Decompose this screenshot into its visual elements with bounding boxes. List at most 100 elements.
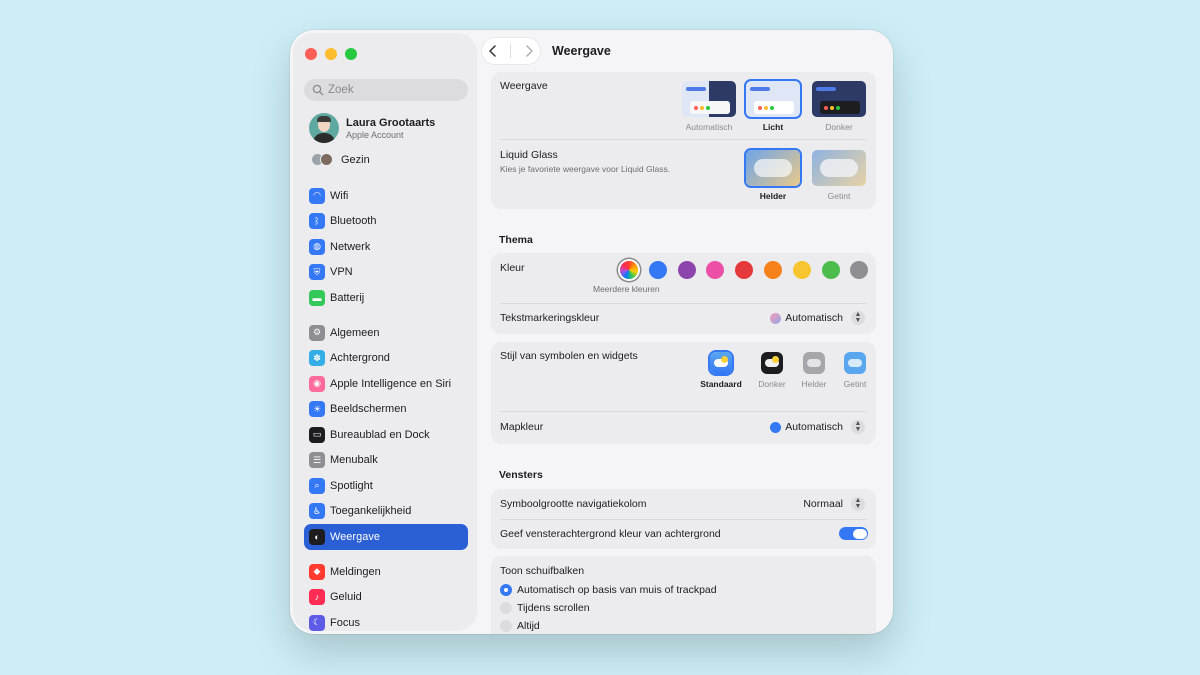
forward-icon[interactable]: [524, 45, 534, 57]
sidebar-item-menubalk[interactable]: ☰ Menubalk: [304, 448, 468, 474]
sidebar-icon-size-label: Symboolgrootte navigatiekolom: [500, 498, 647, 510]
sidebar-item-label: Wifi: [330, 189, 349, 202]
section-title-theme: Thema: [499, 234, 533, 246]
network-icon: ◍: [309, 238, 325, 255]
widget-style-card: Stijl van symbolen en widgets Standaard …: [491, 342, 876, 444]
window-tint-label: Geef vensterachtergrond kleur van achter…: [500, 528, 721, 540]
scrollbars-label: Toon schuifbalken: [500, 565, 585, 577]
search-icon: [312, 84, 324, 96]
widget-option-standard[interactable]: [710, 352, 732, 374]
sidebar-item-bureaublad-en-dock[interactable]: ▭ Bureaublad en Dock: [304, 422, 468, 448]
widget-option-dark[interactable]: [761, 352, 783, 374]
sidebar-icon-size-select[interactable]: Normaal ▲ ▼: [803, 497, 865, 511]
sidebar-item-label: Spotlight: [330, 479, 373, 492]
stepper-icon: ▲ ▼: [851, 311, 865, 325]
widget-style-label: Stijl van symbolen en widgets: [500, 350, 638, 362]
appearance-option-light[interactable]: [746, 81, 800, 117]
accent-color-swatch[interactable]: [821, 261, 840, 279]
scrollbar-radio-scrolling[interactable]: [500, 602, 512, 614]
family-item[interactable]: Gezin: [311, 153, 370, 166]
appearance-option-dark[interactable]: [812, 81, 866, 117]
highlight-color-select[interactable]: Automatisch ▲ ▼: [770, 311, 865, 325]
window-tint-toggle[interactable]: [839, 527, 868, 540]
apple-account[interactable]: Laura Grootaarts Apple Account: [309, 113, 435, 143]
vpn-icon: ⛨: [309, 264, 325, 281]
windows-card: Symboolgrootte navigatiekolom Normaal ▲ ▼…: [491, 489, 876, 549]
sidebar-item-bluetooth[interactable]: ᛒ Bluetooth: [304, 209, 468, 235]
sidebar-item-focus[interactable]: ☾ Focus: [304, 610, 468, 631]
widget-option-tinted[interactable]: [844, 352, 866, 374]
avatar: [309, 113, 339, 143]
sidebar-item-spotlight[interactable]: ⌕ Spotlight: [304, 473, 468, 499]
accent-color-swatch[interactable]: [620, 261, 638, 279]
sidebar-item-label: Apple Intelligence en Siri: [330, 377, 452, 390]
scrollbars-card: Toon schuifbalken Automatisch op basis v…: [491, 556, 876, 634]
folder-color-select[interactable]: Automatisch ▲ ▼: [770, 420, 865, 434]
menubar-icon: ☰: [309, 452, 325, 469]
accent-color-swatch[interactable]: [706, 261, 725, 279]
highlight-color-label: Tekstmarkeringskleur: [500, 312, 600, 324]
sidebar-item-vpn[interactable]: ⛨ VPN: [304, 260, 468, 286]
sidebar-item-wifi[interactable]: ◠ Wifi: [304, 183, 468, 209]
accent-color-caption: Meerdere kleuren: [593, 284, 660, 294]
sidebar-item-netwerk[interactable]: ◍ Netwerk: [304, 234, 468, 260]
sidebar-item-label: Weergave: [330, 530, 380, 543]
sidebar-item-label: Menubalk: [330, 454, 378, 467]
sidebar-item-label: Achtergrond: [330, 352, 390, 365]
sidebar-item-label: Bureaublad en Dock: [330, 428, 430, 441]
family-avatar: [320, 153, 333, 166]
scrollbar-option-auto: Automatisch op basis van muis of trackpa…: [517, 584, 717, 596]
accessibility-icon: ♿: [309, 503, 325, 520]
highlight-color-value: Automatisch: [785, 312, 843, 324]
wallpaper-icon: ✽: [309, 350, 325, 367]
spotlight-icon: ⌕: [309, 477, 325, 494]
minimize-button[interactable]: [325, 48, 337, 60]
sidebar-item-label: Bluetooth: [330, 215, 377, 228]
back-icon[interactable]: [488, 45, 498, 57]
account-name: Laura Grootaarts: [346, 116, 436, 129]
search-input[interactable]: Zoek: [304, 79, 468, 101]
sidebar-group-system: ⚙ Algemeen ✽ Achtergrond ◉ Apple Intelligence…: [304, 320, 468, 550]
sidebar-item-label: Focus: [330, 616, 360, 629]
sidebar-item-meldingen[interactable]: ◆ Meldingen: [304, 559, 468, 585]
stepper-icon: ▲ ▼: [851, 420, 865, 434]
account-subtitle: Apple Account: [346, 129, 404, 140]
sidebar-item-beeldschermen[interactable]: ☀ Beeldschermen: [304, 397, 468, 423]
sidebar-item-batterij[interactable]: ▬ Batterij: [304, 285, 468, 311]
moon-icon: ☾: [309, 614, 325, 631]
liquid-glass-option-tinted[interactable]: [812, 150, 866, 186]
sidebar-group-notifications: ◆ Meldingen ♪ Geluid ☾ Focus: [304, 559, 468, 631]
sidebar-item-apple-intelligence-en-siri[interactable]: ◉ Apple Intelligence en Siri: [304, 371, 468, 397]
accent-color-swatch[interactable]: [764, 261, 782, 279]
zoom-button[interactable]: [345, 48, 357, 60]
sidebar-item-achtergrond[interactable]: ✽ Achtergrond: [304, 346, 468, 372]
scrollbar-option-scrolling: Tijdens scrollen: [517, 602, 590, 614]
liquid-glass-label-tinted: Getint: [827, 191, 851, 201]
accent-color-swatch[interactable]: [850, 261, 869, 279]
siri-icon: ◉: [309, 375, 325, 392]
sidebar-item-geluid[interactable]: ♪ Geluid: [304, 585, 468, 611]
widget-label-tinted: Getint: [843, 379, 867, 389]
sidebar-group-connectivity: ◠ Wifi ᛒ Bluetooth ◍ Netwerk ⛨ VPN ▬ Batterij: [304, 183, 468, 311]
close-button[interactable]: [305, 48, 317, 60]
folder-color-label: Mapkleur: [500, 421, 544, 433]
sidebar-item-weergave[interactable]: ◐ Weergave: [304, 524, 468, 550]
gear-icon: ⚙: [309, 324, 325, 341]
dock-icon: ▭: [309, 426, 325, 443]
scrollbar-radio-always[interactable]: [500, 620, 512, 632]
liquid-glass-label-clear: Helder: [759, 191, 787, 201]
accent-color-swatch[interactable]: [792, 261, 811, 279]
bluetooth-icon: ᛒ: [309, 213, 325, 230]
folder-color-chip: [770, 421, 782, 433]
liquid-glass-option-clear[interactable]: [746, 150, 800, 186]
section-title-windows: Vensters: [499, 469, 543, 481]
scrollbar-radio-auto[interactable]: [500, 584, 512, 596]
accent-color-swatch[interactable]: [648, 261, 667, 279]
sidebar-item-algemeen[interactable]: ⚙ Algemeen: [304, 320, 468, 346]
accent-color-swatch[interactable]: [735, 261, 754, 279]
accent-color-swatch[interactable]: [677, 261, 696, 279]
sidebar-item-toegankelijkheid[interactable]: ♿ Toegankelijkheid: [304, 499, 468, 525]
appearance-option-auto[interactable]: [682, 81, 736, 117]
widget-option-clear[interactable]: [803, 352, 825, 374]
sidebar: Zoek Laura Grootaarts Apple Account Gezi…: [293, 33, 477, 631]
